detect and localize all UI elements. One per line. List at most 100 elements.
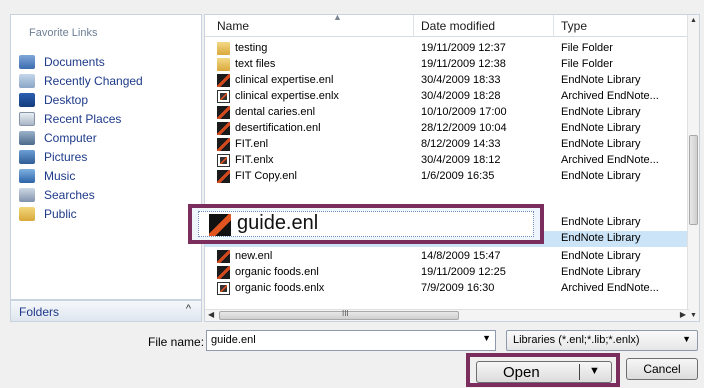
file-row[interactable]: dental caries.enl 10/10/2009 17:00 EndNote… [205,105,689,121]
nav-item-documents[interactable]: Documents [19,52,143,71]
file-date: 8/12/2009 14:33 [421,138,501,150]
file-list: ▲ Name Date modified Type testing 19/11/2… [204,14,700,322]
file-row[interactable]: clinical expertise.enl 30/4/2009 18:33 End… [205,73,689,89]
searches-icon [19,187,35,202]
column-header-type[interactable]: Type [561,19,587,33]
file-name: desertification.enl [235,122,321,134]
favorite-links-list: Documents Recently Changed Desktop Recen… [19,52,143,223]
file-type: EndNote Library [561,232,641,244]
nav-item-label: Recent Places [44,111,122,126]
file-name-field[interactable]: guide.enl ▼ [206,330,496,351]
endnote-library-icon [217,74,230,87]
column-separator[interactable] [413,15,414,37]
file-row[interactable]: FIT.enlx 30/4/2009 18:12 Archived EndNote.… [205,153,689,169]
file-type-filter-value: Libraries (*.enl;*.lib;*.enlx) [513,334,640,346]
file-date: 14/8/2009 15:47 [421,250,501,262]
open-button[interactable]: Open ▼ [476,361,612,383]
scroll-up-icon[interactable]: ▲ [690,17,697,24]
nav-item-music[interactable]: Music [19,166,143,185]
chevron-down-icon[interactable]: ▼ [589,365,600,377]
file-row[interactable]: FIT.enl 8/12/2009 14:33 EndNote Library [205,137,689,153]
file-type-filter[interactable]: Libraries (*.enl;*.lib;*.enlx) ▼ [506,330,698,351]
split-divider [579,364,580,380]
file-name: testing [235,42,268,54]
column-headers: ▲ Name Date modified Type [205,15,689,37]
file-type: EndNote Library [561,216,641,228]
file-row[interactable]: organic foods.enl 19/11/2009 12:25 EndNote… [205,265,689,281]
file-row[interactable]: new.enl 14/8/2009 15:47 EndNote Library [205,249,689,265]
file-row[interactable]: desertification.enl 28/12/2009 10:04 EndNo… [205,121,689,137]
chevron-up-icon: ^ [185,303,191,315]
nav-item-label: Computer [44,130,97,145]
file-row[interactable]: FIT Copy.enl 1/6/2009 16:35 EndNote Librar… [205,169,689,185]
file-date: 19/11/2009 12:37 [421,42,506,54]
favorite-links-pane: Favorite Links Documents Recently Change… [10,14,202,300]
file-name: organic foods.enlx [235,282,325,294]
file-date: 30/4/2009 18:12 [421,154,501,166]
recently-changed-icon [19,73,35,88]
file-name: FIT.enlx [235,154,274,166]
file-row[interactable]: clinical expertise.enlx 30/4/2009 18:28 Ar… [205,89,689,105]
file-type: File Folder [561,42,613,54]
horizontal-scrollbar[interactable]: ◀ III ▶ [205,309,689,321]
file-date: 30/4/2009 18:28 [421,90,501,102]
scroll-right-icon[interactable]: ▶ [680,310,686,319]
scroll-down-icon[interactable]: ▼ [690,312,697,319]
highlighted-file-name: guide.enl [237,212,319,234]
endnote-archive-icon [217,154,230,167]
nav-item-label: Documents [44,54,105,69]
chevron-down-icon: ▼ [682,334,691,344]
highlighted-file-callout[interactable]: guide.enl [188,204,544,244]
folders-toggle[interactable]: Folders ^ [10,300,202,322]
documents-icon [19,54,35,69]
column-separator[interactable] [553,15,554,37]
file-type: EndNote Library [561,250,641,262]
chevron-down-icon[interactable]: ▼ [482,333,491,343]
computer-icon [19,130,35,145]
nav-item-public[interactable]: Public [19,204,143,223]
file-type: Archived EndNote... [561,90,659,102]
file-row[interactable]: testing 19/11/2009 12:37 File Folder [205,41,689,57]
vertical-scroll-thumb[interactable] [689,135,698,225]
nav-item-computer[interactable]: Computer [19,128,143,147]
vertical-scrollbar[interactable]: ▲ ▼ [687,15,699,321]
column-header-date[interactable]: Date modified [421,19,495,33]
endnote-archive-icon [217,282,230,295]
desktop-icon [19,92,35,107]
file-type: EndNote Library [561,138,641,150]
column-header-name[interactable]: Name [217,19,249,33]
file-name: new.enl [235,250,273,262]
nav-item-searches[interactable]: Searches [19,185,143,204]
horizontal-scroll-thumb[interactable]: III [219,309,459,320]
file-name: clinical expertise.enl [235,74,334,86]
nav-item-label: Music [44,168,76,183]
sort-ascending-icon: ▲ [333,14,342,22]
nav-item-pictures[interactable]: Pictures [19,147,143,166]
file-date: 28/12/2009 10:04 [421,122,507,134]
file-date: 19/11/2009 12:25 [421,266,506,278]
nav-item-desktop[interactable]: Desktop [19,90,143,109]
file-open-dialog: Favorite Links Documents Recently Change… [0,0,704,388]
recent-places-icon [19,111,35,126]
file-name: clinical expertise.enlx [235,90,339,102]
endnote-library-icon [217,250,230,263]
scroll-left-icon[interactable]: ◀ [208,310,214,319]
nav-item-label: Searches [44,187,95,202]
endnote-library-icon [217,106,230,119]
favorite-links-header: Favorite Links [29,27,98,39]
highlighted-file-row[interactable]: guide.enl [198,211,534,237]
file-name: FIT Copy.enl [235,170,297,182]
file-name: dental caries.enl [235,106,316,118]
nav-item-recent-places[interactable]: Recent Places [19,109,143,128]
nav-item-label: Recently Changed [44,73,143,88]
file-date: 10/10/2009 17:00 [421,106,507,118]
file-row[interactable]: text files 19/11/2009 12:38 File Folder [205,57,689,73]
nav-item-recently-changed[interactable]: Recently Changed [19,71,143,90]
endnote-library-icon [217,122,230,135]
pictures-icon [19,149,35,164]
folder-icon [217,58,230,71]
file-type: Archived EndNote... [561,154,659,166]
cancel-button[interactable]: Cancel [626,358,698,380]
file-row[interactable]: organic foods.enlx 7/9/2009 16:30 Archived… [205,281,689,297]
file-date: 19/11/2009 12:38 [421,58,506,70]
